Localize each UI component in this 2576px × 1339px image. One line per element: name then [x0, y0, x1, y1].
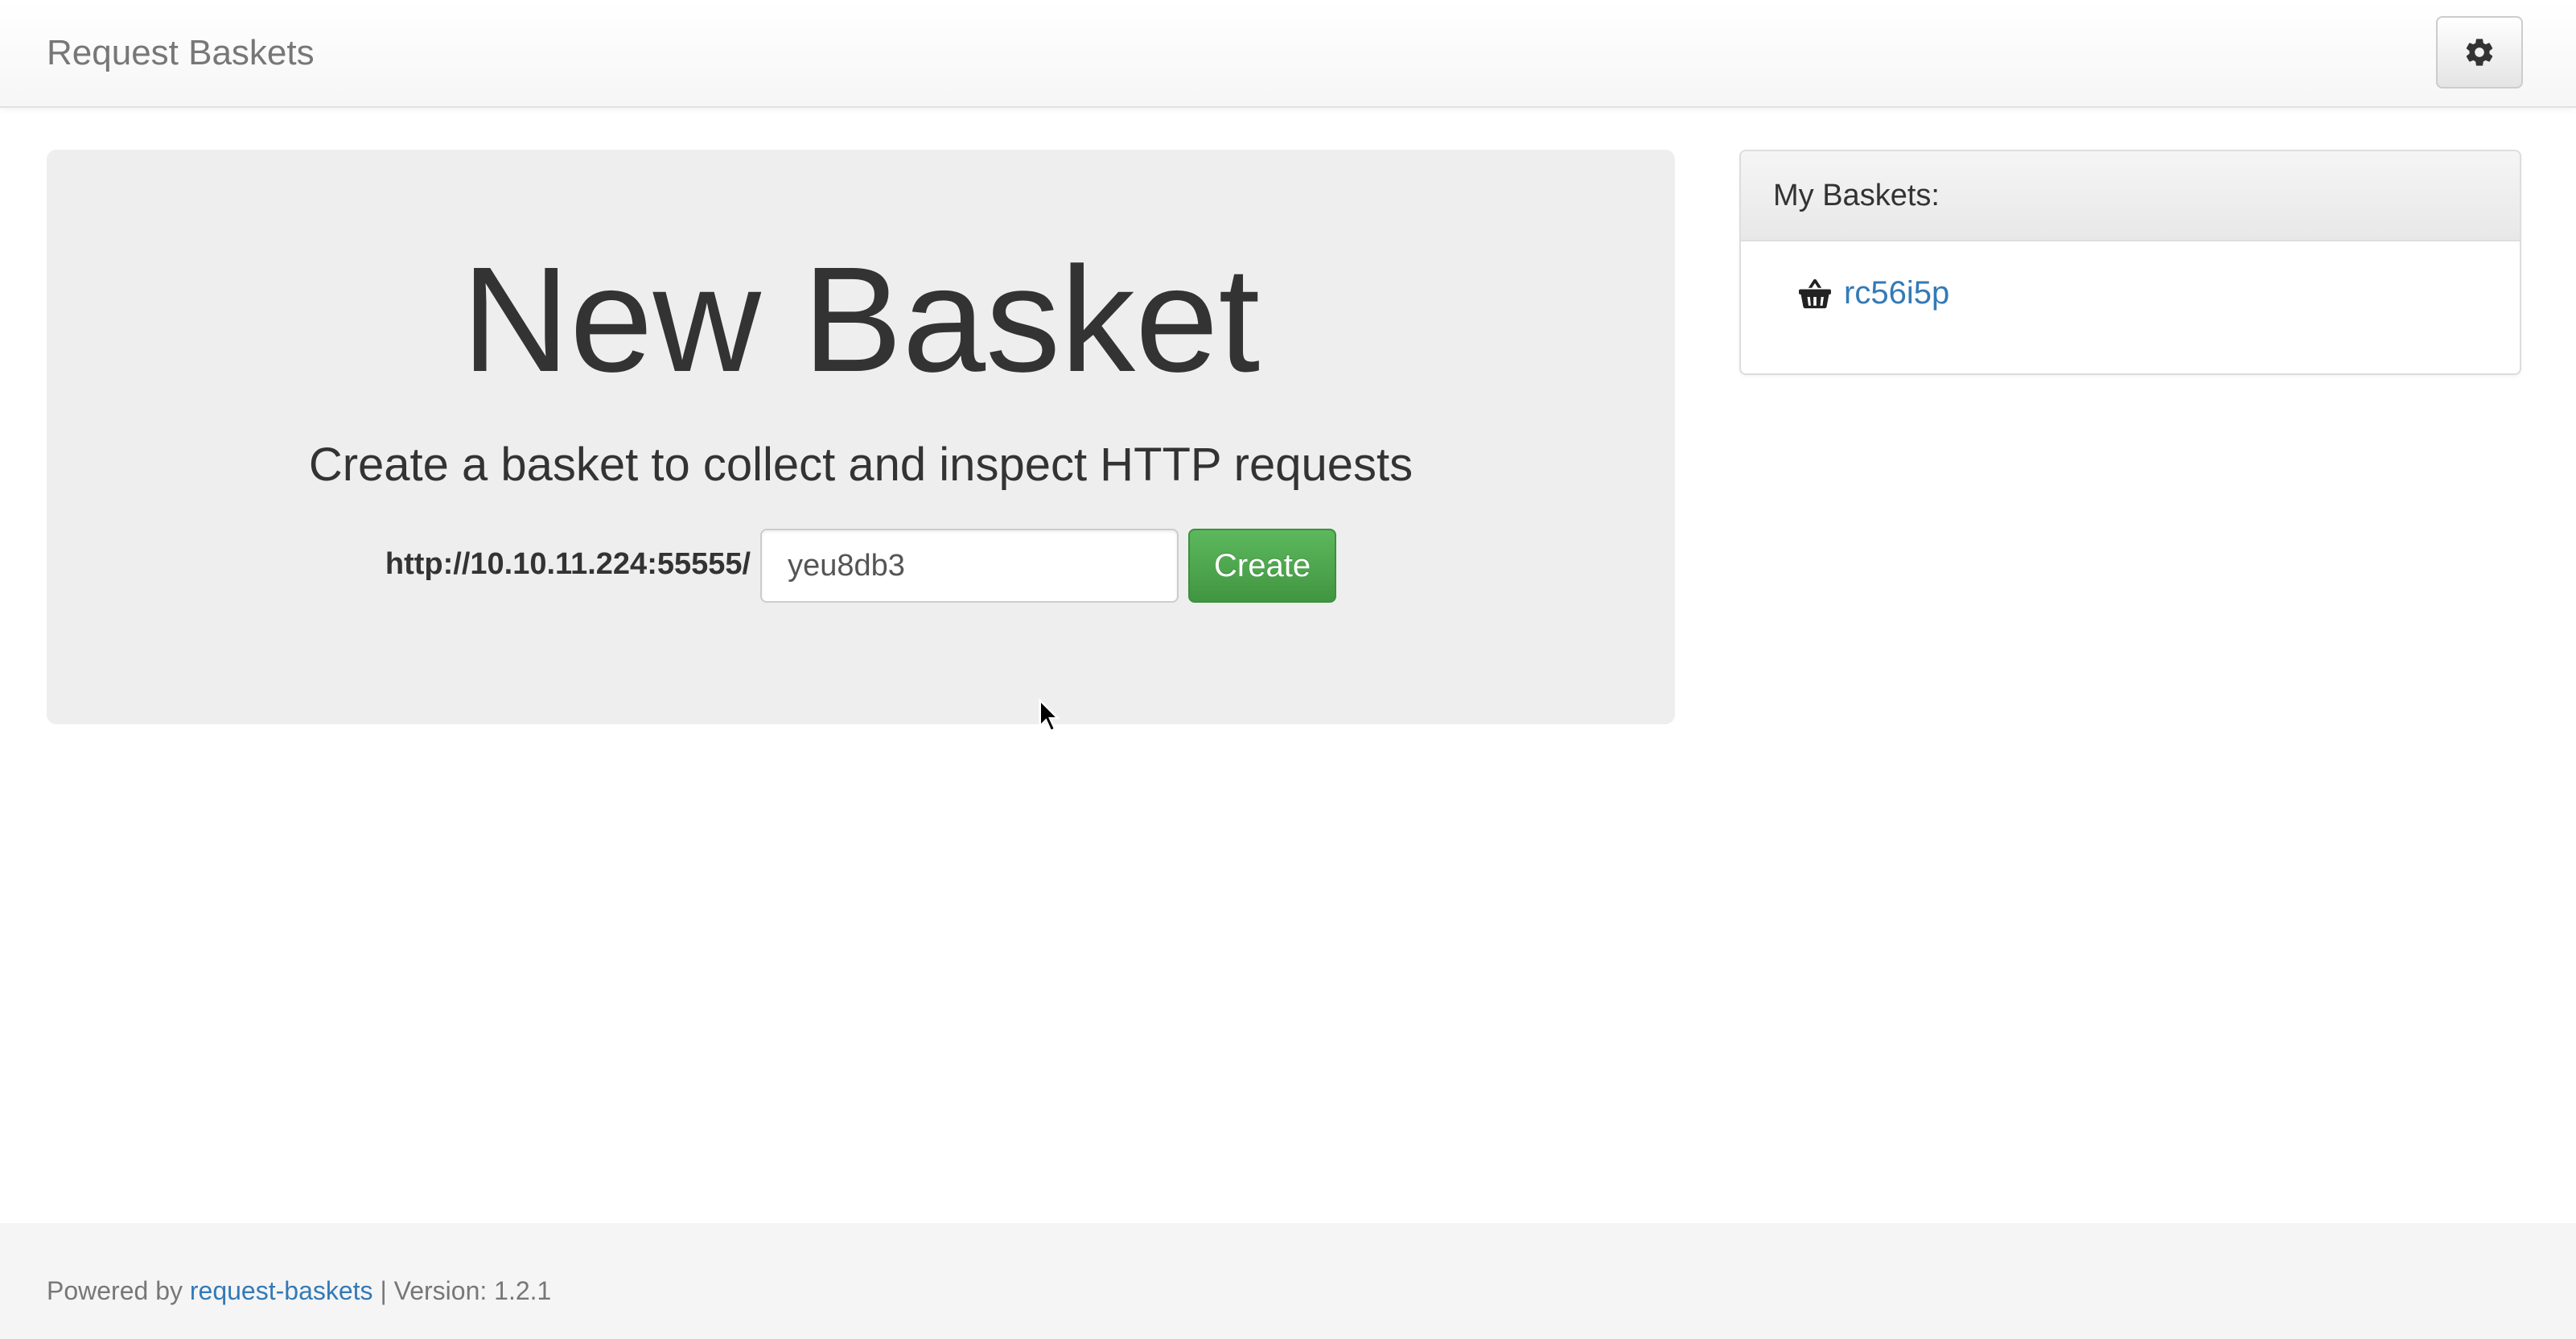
footer-text: Powered by request-baskets | Version: 1.… — [47, 1275, 551, 1307]
powered-by-label: Powered by — [47, 1276, 183, 1305]
create-button[interactable]: Create — [1188, 529, 1337, 603]
settings-button[interactable] — [2436, 16, 2523, 89]
basket-icon — [1799, 278, 1831, 308]
page-title: New Basket — [461, 237, 1261, 403]
gear-icon — [2466, 39, 2493, 66]
new-basket-jumbotron: New Basket Create a basket to collect an… — [47, 150, 1675, 724]
brand-link[interactable]: Request Baskets — [47, 29, 315, 77]
create-basket-form: http://10.10.11.224:55555/ Create — [47, 528, 1675, 604]
basket-link-rc56i5p[interactable]: rc56i5p — [1797, 275, 2463, 311]
request-baskets-link[interactable]: request-baskets — [190, 1276, 373, 1305]
footer: Powered by request-baskets | Version: 1.… — [0, 1223, 2576, 1339]
base-url-label: http://10.10.11.224:55555/ — [385, 546, 751, 581]
version-label: Version: 1.2.1 — [393, 1276, 552, 1305]
navbar: Request Baskets — [0, 0, 2576, 108]
my-baskets-list: rc56i5p — [1741, 241, 2520, 345]
page-subtitle: Create a basket to collect and inspect H… — [308, 439, 1414, 491]
basket-name-label: rc56i5p — [1844, 275, 1950, 311]
footer-separator: | — [380, 1276, 387, 1305]
my-baskets-panel: My Baskets: rc56i5p — [1739, 150, 2521, 375]
basket-name-input[interactable] — [760, 529, 1179, 603]
my-baskets-heading: My Baskets: — [1741, 151, 2520, 241]
